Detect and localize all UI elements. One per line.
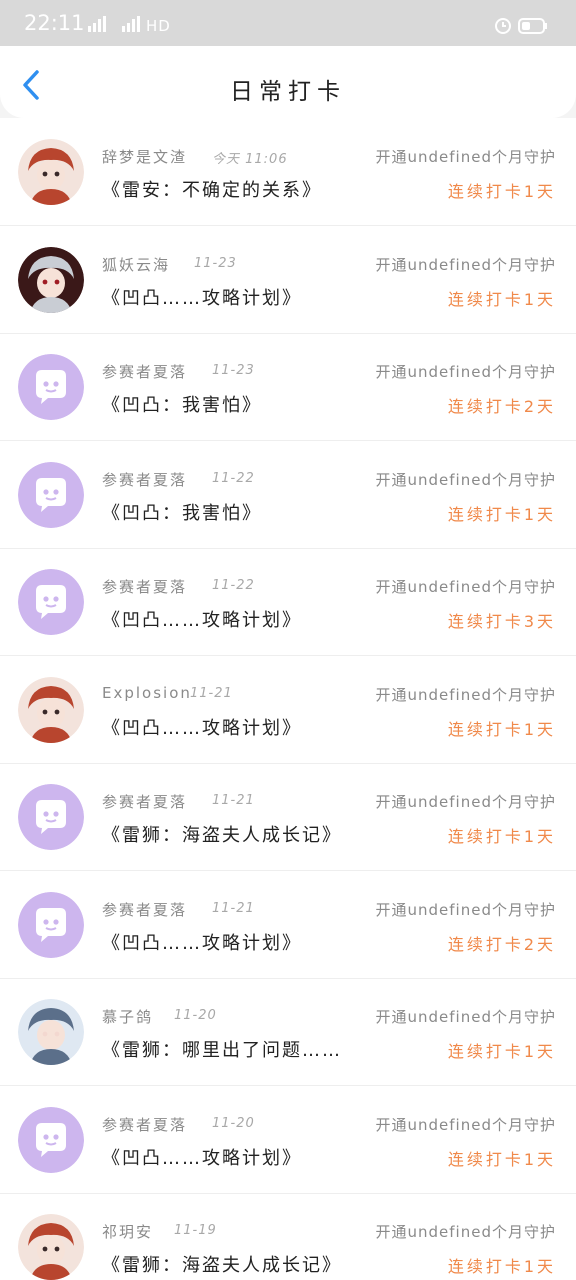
page-title: 日常打卡: [230, 79, 346, 105]
user-name[interactable]: 慕子鸽: [102, 1006, 153, 1027]
book-title: 《凹凸……攻略计划》: [102, 1148, 302, 1169]
book-title: 《雷狮：海盗夫人成长记》: [102, 825, 342, 846]
checkin-date: 11-22: [212, 471, 255, 486]
book-title: 《雷安：不确定的关系》: [102, 180, 322, 201]
checkin-date: 11-21: [212, 901, 255, 916]
svg-text:HD: HD: [146, 17, 171, 34]
checkin-date: 今天 11:06: [212, 152, 288, 167]
streak-label: 连续打卡1天: [447, 827, 556, 846]
avatar[interactable]: [18, 569, 84, 635]
user-name[interactable]: 参赛者夏落: [102, 1114, 187, 1135]
avatar[interactable]: [18, 677, 84, 743]
book-title: 《凹凸……攻略计划》: [102, 718, 302, 739]
user-name[interactable]: 参赛者夏落: [102, 899, 187, 920]
battery-icon: [518, 18, 548, 34]
guard-status: 开通undefined个月守护: [375, 363, 556, 381]
status-bar: 22:11 HD: [0, 0, 576, 46]
checkin-row[interactable]: 参赛者夏落 11-22 《凹凸：我害怕》 开通undefined个月守护连续打卡1天: [0, 441, 576, 549]
user-name[interactable]: 参赛者夏落: [102, 469, 187, 490]
app-header: 日常打卡: [0, 46, 576, 118]
book-title: 《凹凸：我害怕》: [102, 503, 262, 524]
book-title: 《凹凸……攻略计划》: [102, 610, 302, 631]
book-title: 《凹凸……攻略计划》: [102, 933, 302, 954]
guard-status: 开通undefined个月守护: [375, 1223, 556, 1241]
guard-status: 开通undefined个月守护: [375, 256, 556, 274]
checkin-row[interactable]: 参赛者夏落 11-20 《凹凸……攻略计划》 开通undefined个月守护连续打卡1…: [0, 1086, 576, 1194]
checkin-date: 11-20: [212, 1116, 255, 1131]
guard-status: 开通undefined个月守护: [375, 148, 556, 166]
avatar[interactable]: [18, 784, 84, 850]
avatar[interactable]: [18, 247, 84, 313]
status-time: 22:11: [24, 11, 85, 35]
guard-status: 开通undefined个月守护: [375, 686, 556, 704]
avatar[interactable]: [18, 139, 84, 205]
streak-label: 连续打卡1天: [447, 1042, 556, 1061]
checkin-row[interactable]: 参赛者夏落 11-21 《凹凸……攻略计划》 开通undefined个月守护连续打卡2…: [0, 871, 576, 979]
book-title: 《雷狮：海盗夫人成长记》: [102, 1255, 342, 1276]
book-title: 《凹凸……攻略计划》: [102, 288, 302, 309]
checkin-row[interactable]: 参赛者夏落 11-21 《雷狮：海盗夫人成长记》 开通undefined个月守护连续打…: [0, 763, 576, 871]
checkin-row[interactable]: 祁玥安 11-19 《雷狮：海盗夫人成长记》 开通undefined个月守护连续打卡1…: [0, 1193, 576, 1280]
checkin-date: 11-21: [190, 686, 233, 701]
streak-label: 连续打卡1天: [447, 720, 556, 739]
avatar[interactable]: [18, 999, 84, 1065]
guard-status: 开通undefined个月守护: [375, 901, 556, 919]
guard-status: 开通undefined个月守护: [375, 793, 556, 811]
user-name[interactable]: 辞梦是文渣: [102, 146, 187, 167]
streak-label: 连续打卡1天: [447, 1150, 556, 1169]
streak-label: 连续打卡2天: [447, 935, 556, 954]
user-name[interactable]: 狐妖云海: [102, 254, 170, 275]
checkin-row[interactable]: 辞梦是文渣 今天 11:06 《雷安：不确定的关系》 开通undefined个月守护连…: [0, 118, 576, 226]
checkin-row[interactable]: 参赛者夏落 11-22 《凹凸……攻略计划》 开通undefined个月守护连续打卡3…: [0, 548, 576, 656]
checkin-date: 11-22: [212, 578, 255, 593]
checkin-date: 11-19: [174, 1223, 217, 1238]
avatar[interactable]: [18, 1214, 84, 1280]
checkin-row[interactable]: 狐妖云海 11-23 《凹凸……攻略计划》 开通undefined个月守护连续打卡1天: [0, 226, 576, 334]
avatar[interactable]: [18, 462, 84, 528]
avatar[interactable]: [18, 892, 84, 958]
avatar[interactable]: [18, 1107, 84, 1173]
signal-icon: HD: [82, 14, 177, 37]
user-name[interactable]: 参赛者夏落: [102, 791, 187, 812]
checkin-row[interactable]: 参赛者夏落 11-23 《凹凸：我害怕》 开通undefined个月守护连续打卡2天: [0, 333, 576, 441]
guard-status: 开通undefined个月守护: [375, 578, 556, 596]
streak-label: 连续打卡1天: [447, 182, 556, 201]
streak-label: 连续打卡3天: [447, 612, 556, 631]
checkin-row[interactable]: 慕子鸽 11-20 《雷狮：哪里出了问题…… 开通undefined个月守护连续打卡1…: [0, 978, 576, 1086]
alarm-icon: [494, 16, 512, 34]
checkin-date: 11-20: [174, 1008, 217, 1023]
streak-label: 连续打卡1天: [447, 505, 556, 524]
streak-label: 连续打卡1天: [447, 290, 556, 309]
checkin-date: 11-21: [212, 793, 255, 808]
book-title: 《雷狮：哪里出了问题……: [102, 1040, 342, 1061]
checkin-row[interactable]: Explosion 11-21 《凹凸……攻略计划》 开通undefined个月守护连…: [0, 656, 576, 764]
checkin-list: 辞梦是文渣 今天 11:06 《雷安：不确定的关系》 开通undefined个月守护连…: [0, 118, 576, 1280]
user-name[interactable]: 参赛者夏落: [102, 361, 187, 382]
guard-status: 开通undefined个月守护: [375, 1116, 556, 1134]
checkin-date: 11-23: [194, 256, 237, 271]
streak-label: 连续打卡2天: [447, 397, 556, 416]
streak-label: 连续打卡1天: [447, 1257, 556, 1276]
guard-status: 开通undefined个月守护: [375, 1008, 556, 1026]
checkin-date: 11-23: [212, 363, 255, 378]
user-name[interactable]: 祁玥安: [102, 1221, 153, 1242]
user-name[interactable]: 参赛者夏落: [102, 576, 187, 597]
book-title: 《凹凸：我害怕》: [102, 395, 262, 416]
avatar[interactable]: [18, 354, 84, 420]
user-name[interactable]: Explosion: [102, 684, 192, 702]
guard-status: 开通undefined个月守护: [375, 471, 556, 489]
